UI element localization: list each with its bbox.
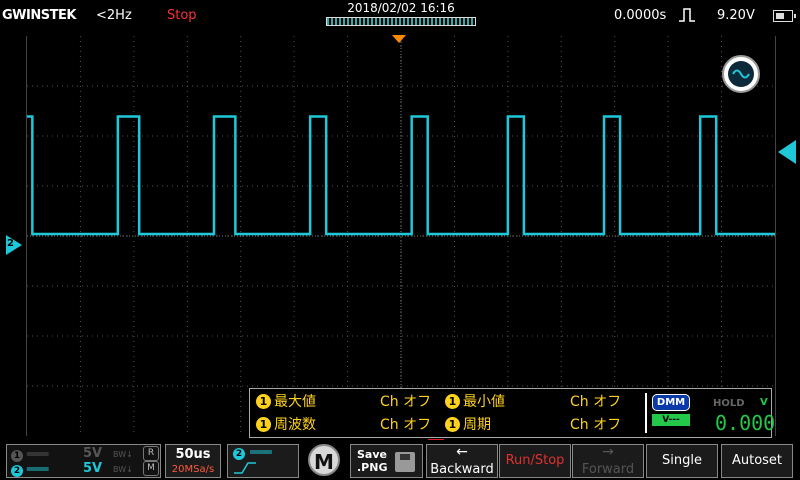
waveform-svg bbox=[27, 36, 775, 436]
brand-logo: GWINSTEK bbox=[2, 8, 76, 23]
waveform-display[interactable] bbox=[26, 36, 776, 436]
trigger-level-marker[interactable] bbox=[778, 140, 796, 164]
backward-button[interactable]: ← Backward bbox=[426, 444, 498, 478]
channel-badge: 1 bbox=[445, 417, 460, 432]
ch1-row: 1 ═══ bbox=[11, 447, 49, 462]
measurement-value: Ch オフ bbox=[380, 417, 432, 433]
rising-edge-icon bbox=[234, 462, 256, 474]
measurement-min: 1 最小値 bbox=[445, 391, 505, 411]
timebase-value: 50us bbox=[175, 447, 211, 462]
menu-button[interactable]: M bbox=[308, 444, 340, 476]
rising-edge-trigger-icon bbox=[679, 8, 695, 22]
measurement-frequency: 1 周波数 bbox=[256, 414, 316, 434]
status-bar: GWINSTEK <2Hz Stop 2018/02/02 16:16 0.00… bbox=[0, 0, 800, 34]
ch1-badge: 1 bbox=[11, 450, 23, 462]
measurement-label: 最小値 bbox=[463, 394, 505, 410]
ch2-bw: BW↓ bbox=[113, 465, 133, 474]
disk-icon bbox=[395, 452, 415, 472]
ch2-volts: 5V bbox=[83, 461, 103, 476]
trigger-coupling-icon: ═══ bbox=[250, 445, 272, 459]
ch2-marker-label: 2 bbox=[7, 238, 14, 249]
ch2-flag: M bbox=[143, 461, 159, 476]
measurement-value: Ch オフ bbox=[570, 417, 622, 433]
save-line2: .PNG bbox=[357, 461, 388, 474]
measurement-value: Ch オフ bbox=[570, 394, 622, 410]
measurement-period: 1 周期 bbox=[445, 414, 491, 434]
measurement-label: 周期 bbox=[463, 417, 491, 433]
arrow-right-icon: → bbox=[602, 444, 614, 460]
waveform-menu-icon[interactable] bbox=[722, 55, 760, 93]
measurement-panel: 1 最大値 Ch オフ 1 最小値 Ch オフ 1 周波数 Ch オフ 1 周期 Ch … bbox=[249, 388, 776, 438]
measurement-label: 最大値 bbox=[274, 394, 316, 410]
battery-icon bbox=[773, 10, 796, 22]
run-stop-button[interactable]: Run/Stop bbox=[499, 444, 571, 478]
save-line1: Save bbox=[357, 448, 387, 461]
run-state: Stop bbox=[167, 8, 197, 23]
forward-label: Forward bbox=[581, 462, 635, 477]
measurement-max: 1 最大値 bbox=[256, 391, 316, 411]
frequency-readout: <2Hz bbox=[96, 8, 132, 23]
trigger-button[interactable]: 2 ═══ bbox=[227, 444, 299, 478]
arrow-left-icon: ← bbox=[456, 444, 468, 460]
save-png-button[interactable]: Save .PNG bbox=[350, 444, 423, 478]
channel-panel[interactable]: 1 ═══ 5V BW↓ R 2 ═══ 5V BW↓ M bbox=[6, 444, 161, 478]
datetime: 2018/02/02 16:16 bbox=[347, 1, 455, 15]
measurement-value: Ch オフ bbox=[380, 394, 432, 410]
autoset-label: Autoset bbox=[731, 453, 783, 468]
trigger-level-readout: 9.20V bbox=[717, 8, 755, 23]
trigger-channel-badge: 2 bbox=[233, 448, 245, 460]
hold-unit: V bbox=[760, 397, 768, 408]
dmm-mode: V--- bbox=[652, 414, 690, 426]
ch1-bw: BW↓ bbox=[113, 450, 133, 459]
sample-rate: 20MSa/s bbox=[171, 464, 215, 475]
channel-badge: 1 bbox=[256, 417, 271, 432]
bottom-menu: 1 ═══ 5V BW↓ R 2 ═══ 5V BW↓ M 50us 20MSa… bbox=[0, 440, 800, 480]
divider bbox=[645, 393, 647, 433]
measurement-label: 周波数 bbox=[274, 417, 316, 433]
ch1-volts: 5V bbox=[83, 446, 103, 461]
single-button[interactable]: Single bbox=[646, 444, 718, 478]
dmm-badge[interactable]: DMM bbox=[652, 394, 690, 411]
channel-badge: 1 bbox=[445, 394, 460, 409]
ch1-flag: R bbox=[143, 446, 159, 461]
hold-indicator: HOLD bbox=[713, 398, 745, 409]
save-label: Save .PNG bbox=[357, 448, 387, 474]
dmm-value: 0.000 bbox=[715, 411, 776, 435]
trigger-time-readout: 0.0000s bbox=[614, 8, 667, 23]
channel-badge: 1 bbox=[256, 394, 271, 409]
single-label: Single bbox=[662, 453, 702, 468]
backward-label: Backward bbox=[430, 462, 494, 477]
run-stop-label: Run/Stop bbox=[505, 453, 565, 468]
forward-button[interactable]: → Forward bbox=[572, 444, 644, 478]
trigger-position-marker[interactable] bbox=[392, 35, 406, 43]
memory-position-bar bbox=[326, 17, 476, 26]
timebase-button[interactable]: 50us 20MSa/s bbox=[165, 444, 221, 478]
autoset-button[interactable]: Autoset bbox=[721, 444, 793, 478]
ch2-row: 2 ═══ bbox=[11, 462, 49, 477]
ch2-badge: 2 bbox=[11, 465, 23, 477]
